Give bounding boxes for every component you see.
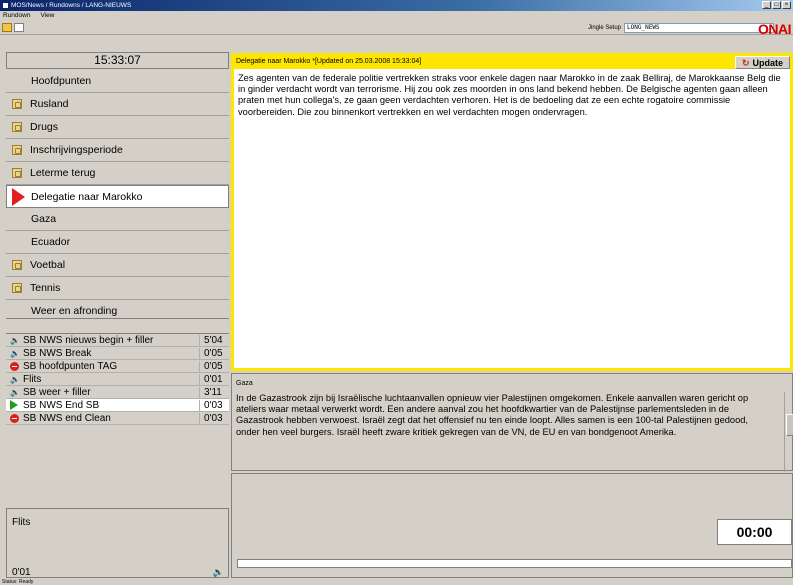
stop-icon (10, 413, 19, 423)
progress-bar (237, 559, 792, 568)
refresh-icon: ↻ (741, 57, 750, 68)
update-button[interactable]: ↻ Update (735, 56, 790, 69)
clip-row[interactable]: 🔈 SB NWS nieuws begin + filler 5'04 (6, 334, 229, 347)
rundown-item-ecuador[interactable]: Ecuador (6, 231, 229, 254)
selected-clip-title: Flits (12, 517, 31, 528)
rundown-item-inschrijvingsperiode[interactable]: Inschrijvingsperiode (6, 139, 229, 162)
script-icon (12, 283, 22, 293)
player-panel: 00:00 (231, 473, 793, 578)
onair-indicator: ONAI (758, 21, 792, 37)
timer-display: 00:00 (717, 519, 792, 545)
properties-icon[interactable] (14, 23, 24, 32)
script-icon (12, 168, 22, 178)
clip-duration: 0'03 (199, 399, 229, 411)
window-title: MOS/News / Rundowns / LANG-NIEUWS (11, 2, 132, 9)
next-story-header: Gaza (236, 380, 253, 387)
maximize-button[interactable]: □ (772, 1, 781, 9)
speaker-icon: 🔈 (10, 348, 20, 358)
speaker-icon: 🔈 (10, 335, 20, 345)
clip-row[interactable]: 🔈 SB NWS Break 0'05 (6, 347, 229, 360)
rundown-spacer (6, 318, 229, 333)
clip-label: SB weer + filler (23, 386, 91, 398)
clip-label: SB hoofdpunten TAG (23, 360, 118, 372)
speaker-icon[interactable]: 🔈 (213, 567, 224, 578)
jingle-setup-input[interactable]: LONG_NEWS (624, 23, 775, 33)
rundown-item-drugs[interactable]: Drugs (6, 116, 229, 139)
rundown-item-hoofdpunten[interactable]: Hoofdpunten (6, 70, 229, 93)
play-icon (12, 187, 25, 206)
clip-label: SB NWS nieuws begin + filler (23, 334, 154, 346)
clip-row[interactable]: SB NWS end Clean 0'03 (6, 412, 229, 425)
play-icon (10, 400, 18, 410)
stop-icon (10, 361, 19, 371)
script-icon (12, 260, 22, 270)
next-story-scrollbar[interactable] (784, 392, 793, 472)
rundown-item-label: Drugs (30, 121, 59, 133)
clip-row[interactable]: 🔈 Flits 0'01 (6, 373, 229, 386)
rundown-item-label: Inschrijvingsperiode (30, 144, 123, 156)
rundown-item-rusland[interactable]: Rusland (6, 93, 229, 116)
clock: 15:33:07 (6, 52, 229, 69)
jingle-setup-label: Jingle Setup (588, 25, 622, 31)
status-bar: Status: Ready (0, 579, 793, 585)
story-header: Delegatie naar Marokko *[Updated on 25.0… (234, 56, 790, 69)
rundown-list: Hoofdpunten Rusland Drugs Inschrijvingsp… (6, 70, 229, 323)
menu-bar: Rundown View (0, 11, 793, 21)
clip-row[interactable]: SB NWS End SB 0'03 (6, 399, 229, 412)
rundown-item-label: Hoofdpunten (31, 75, 92, 87)
selected-clip-panel: Flits 0'01 🔈 (6, 508, 229, 578)
rundown-item-label: Gaza (31, 213, 57, 225)
window-controls: _ □ × (762, 1, 791, 9)
clip-label: SB NWS End SB (23, 399, 100, 411)
update-button-label: Update (752, 57, 784, 68)
rundown-item-label: Delegatie naar Marokko (31, 190, 143, 203)
rundown-item-delegatie-naar-marokko[interactable]: Delegatie naar Marokko (6, 185, 229, 208)
clip-label: SB NWS end Clean (23, 412, 111, 424)
script-icon (12, 122, 22, 132)
menu-view[interactable]: View (40, 11, 54, 21)
clip-duration: 0'05 (199, 360, 229, 372)
rundown-item-label: Weer en afronding (31, 305, 118, 317)
story-panel: Delegatie naar Marokko *[Updated on 25.0… (231, 53, 793, 371)
speaker-icon: 🔈 (10, 374, 20, 384)
minimize-button[interactable]: _ (762, 1, 771, 9)
close-button[interactable]: × (782, 1, 791, 9)
rundown-item-leterme-terug[interactable]: Leterme terug (6, 162, 229, 185)
title-bar: MOS/News / Rundowns / LANG-NIEUWS _ □ × (0, 0, 793, 11)
clip-row[interactable]: 🔈 SB weer + filler 3'11 (6, 386, 229, 399)
rundown-item-label: Voetbal (30, 259, 66, 271)
rundown-item-label: Ecuador (31, 236, 71, 248)
clip-label: Flits (23, 373, 42, 385)
rundown-item-voetbal[interactable]: Voetbal (6, 254, 229, 277)
toolbar: Jingle Setup LONG_NEWS (0, 21, 793, 35)
clip-label: SB NWS Break (23, 347, 92, 359)
app-icon (2, 2, 9, 9)
rundown-item-gaza[interactable]: Gaza (6, 208, 229, 231)
selected-clip-duration: 0'01 (12, 567, 31, 578)
rundown-item-label: Rusland (30, 98, 69, 110)
rundown-item-label: Leterme terug (30, 167, 96, 179)
open-folder-icon[interactable] (2, 23, 12, 32)
clip-duration: 0'01 (199, 373, 229, 385)
clip-duration: 0'03 (199, 412, 229, 424)
clip-row[interactable]: SB hoofdpunten TAG 0'05 (6, 360, 229, 373)
script-icon (12, 99, 22, 109)
next-story-panel: Gaza In de Gazastrook zijn bij Israëlisc… (231, 373, 793, 472)
speaker-icon: 🔈 (10, 387, 20, 397)
jingle-setup: Jingle Setup LONG_NEWS (588, 23, 775, 33)
story-header-text: Delegatie naar Marokko *[Updated on 25.0… (236, 58, 422, 65)
rundown-item-tennis[interactable]: Tennis (6, 277, 229, 300)
next-story-text: In de Gazastrook zijn bij Israëlische lu… (236, 393, 749, 437)
clip-list: 🔈 SB NWS nieuws begin + filler 5'04 🔈 SB… (6, 333, 229, 425)
rundown-item-label: Tennis (30, 282, 61, 294)
clip-duration: 0'05 (199, 347, 229, 359)
clip-duration: 3'11 (199, 386, 229, 398)
clip-duration: 5'04 (199, 334, 229, 346)
menu-rundown[interactable]: Rundown (3, 11, 30, 21)
story-text[interactable]: Zes agenten van de federale politie vert… (234, 69, 790, 118)
script-icon (12, 145, 22, 155)
